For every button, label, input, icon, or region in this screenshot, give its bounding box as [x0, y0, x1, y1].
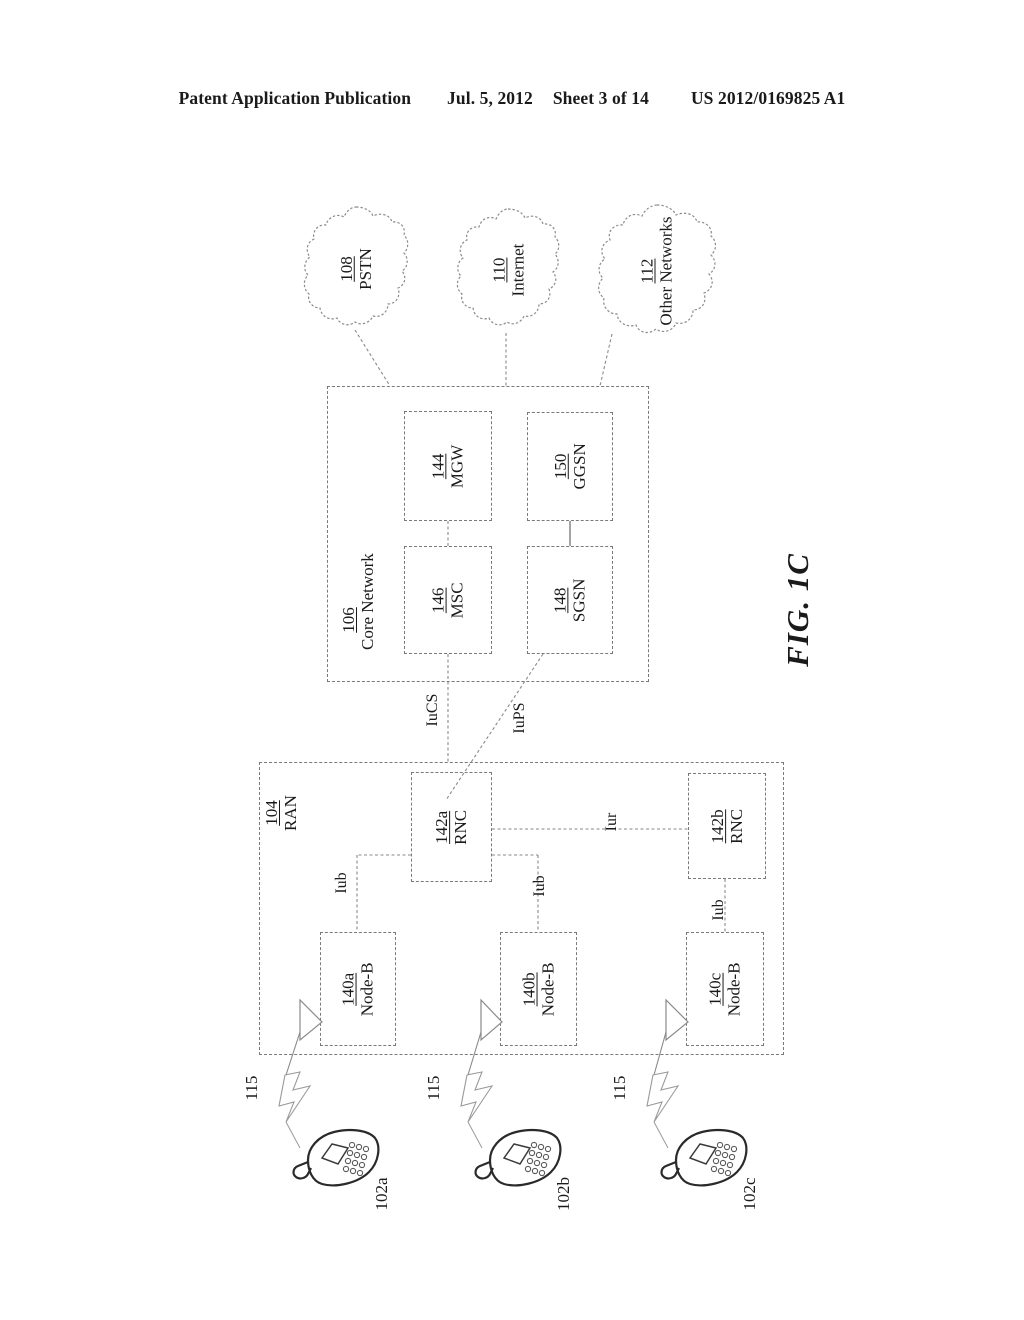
page-header: Patent Application Publication Jul. 5, 2… — [0, 84, 1024, 112]
nodeb-140b-label: Node-B — [538, 962, 558, 1016]
core-network-label: 106 Core Network — [339, 553, 395, 650]
nodeb-140a-ref: 140a — [338, 972, 358, 1006]
node-sgsn-ref: 148 — [550, 587, 570, 613]
interface-label-iub-a: Iub — [333, 872, 350, 894]
wtru-102c: 102c — [654, 1118, 759, 1211]
cloud-internet: 110 Internet — [456, 206, 560, 334]
air-interface-label-a: 115 — [242, 1075, 261, 1101]
interface-label-iur: Iur — [603, 812, 620, 832]
nodeb-140b-ref: 140b — [519, 972, 539, 1007]
node-msc: 146 MSC — [404, 546, 492, 654]
node-msc-ref: 146 — [428, 587, 448, 613]
interface-label-iub-b: Iub — [531, 875, 548, 897]
figure-label: FIG. 1C — [780, 553, 815, 667]
header-document-number: US 2012/0169825 A1 — [690, 87, 846, 108]
wtru-102b-ref: 102b — [554, 1177, 573, 1211]
rnc-142b-label: RNC — [727, 808, 746, 844]
node-sgsn-label: SGSN — [570, 578, 589, 622]
header-sheet: Sheet 3 of 14 — [552, 87, 649, 108]
nodeb-140c-ref: 140c — [705, 972, 725, 1006]
node-sgsn: 148 SGSN — [527, 546, 613, 654]
nodeb-140c: 140c Node-B — [686, 932, 764, 1046]
cloud-other-networks: 112 Other Networks — [596, 202, 718, 340]
nodeb-140b: 140b Node-B — [500, 932, 577, 1046]
wtru-102a-ref: 102a — [372, 1177, 391, 1211]
interface-label-iucs: IuCS — [424, 693, 441, 727]
rnc-142b: 142b RNC — [688, 773, 766, 879]
interface-label-iups: IuPS — [511, 702, 528, 734]
node-ggsn-ref: 150 — [550, 453, 570, 480]
core-network-ref: 106 — [339, 607, 358, 633]
rnc-142b-ref: 142b — [707, 809, 727, 843]
ran-name: RAN — [281, 795, 301, 831]
interface-label-iub-c: Iub — [710, 899, 727, 921]
header-publication: Patent Application Publication — [178, 87, 412, 108]
nodeb-140a-label: Node-B — [357, 962, 377, 1016]
ran-ref: 104 — [262, 800, 281, 826]
patent-figure-page: Patent Application Publication Jul. 5, 2… — [0, 0, 1024, 1320]
rnc-142a: 142a RNC — [411, 772, 492, 882]
nodeb-140c-label: Node-B — [724, 962, 744, 1016]
header-date: Jul. 5, 2012 — [447, 87, 533, 108]
air-interface-label-c: 115 — [610, 1075, 629, 1101]
wtru-102a: 102a — [286, 1118, 391, 1211]
nodeb-140a: 140a Node-B — [320, 932, 396, 1046]
node-ggsn: 150 GGSN — [527, 412, 613, 521]
node-mgw: 144 MGW — [404, 411, 492, 521]
core-network-name: Core Network — [358, 553, 378, 650]
node-ggsn-label: GGSN — [569, 443, 589, 490]
node-mgw-label: MGW — [447, 444, 467, 488]
rnc-142a-label: RNC — [451, 809, 471, 845]
air-interface-label-b: 115 — [424, 1075, 443, 1101]
rnc-142a-ref: 142a — [432, 810, 452, 844]
wtru-102b: 102b — [468, 1118, 573, 1211]
node-mgw-ref: 144 — [428, 453, 448, 479]
node-msc-label: MSC — [447, 582, 467, 618]
wtru-102c-ref: 102c — [740, 1177, 759, 1211]
ran-label: 104 RAN — [262, 784, 312, 842]
cloud-pstn: 108 PSTN — [303, 204, 409, 334]
